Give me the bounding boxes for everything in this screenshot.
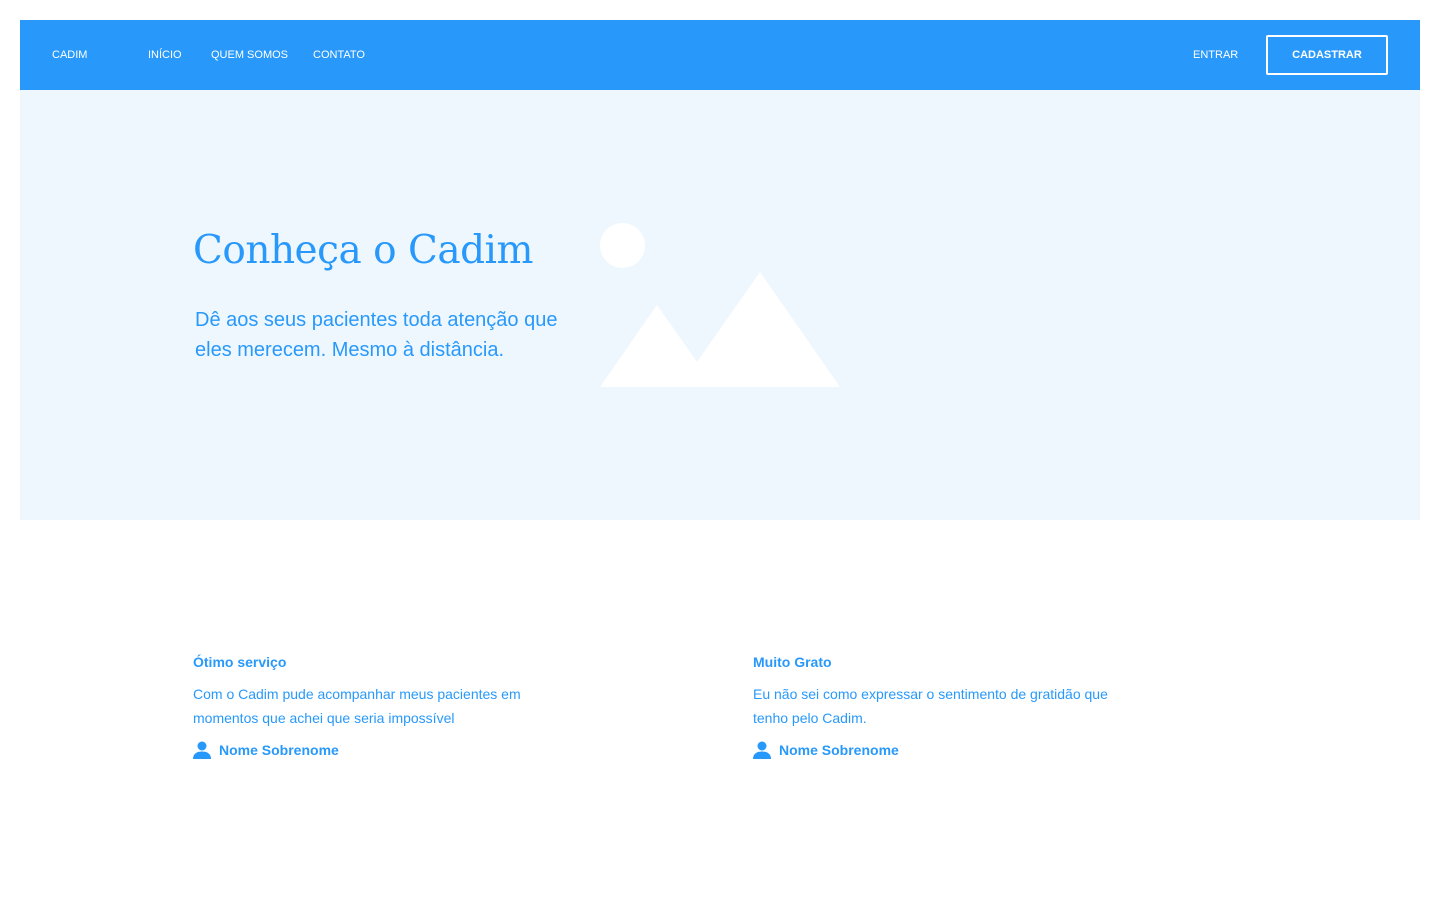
hero-subtitle: Dê aos seus pacientes toda atenção que e… — [195, 309, 558, 361]
testimonial-card: Muito Grato Eu não sei como expressar o … — [753, 650, 1133, 762]
testimonial-text: Eu não sei como expressar o sentimento d… — [753, 686, 1108, 726]
hero-section: Conheça o Cadim Dê aos seus pacientes to… — [20, 90, 1420, 520]
testimonial-title: Muito Grato — [753, 654, 832, 670]
nav-link-quem-somos[interactable]: QUEM SOMOS — [211, 20, 288, 90]
signup-button[interactable]: CADASTRAR — [1266, 35, 1388, 75]
testimonial-title: Ótimo serviço — [193, 654, 287, 670]
testimonial-author-name: Nome Sobrenome — [779, 742, 899, 758]
login-link[interactable]: ENTRAR — [1193, 20, 1238, 90]
nav-link-contato[interactable]: CONTATO — [313, 20, 365, 90]
top-navbar: CADIM INÍCIO QUEM SOMOS CONTATO ENTRAR C… — [20, 20, 1420, 90]
page: CADIM INÍCIO QUEM SOMOS CONTATO ENTRAR C… — [0, 0, 1440, 900]
testimonial-author-name: Nome Sobrenome — [219, 742, 339, 758]
testimonial-card: Ótimo serviço Com o Cadim pude acompanha… — [193, 650, 573, 762]
hero-title: Conheça o Cadim — [193, 228, 534, 273]
testimonial-text: Com o Cadim pude acompanhar meus pacient… — [193, 686, 521, 726]
person-icon — [193, 741, 211, 759]
person-icon — [753, 741, 771, 759]
testimonial-author: Nome Sobrenome — [193, 738, 573, 762]
nav-link-inicio[interactable]: INÍCIO — [148, 20, 182, 90]
brand-logo-link[interactable]: CADIM — [52, 20, 87, 90]
image-placeholder-icon — [600, 223, 840, 387]
testimonial-author: Nome Sobrenome — [753, 738, 1133, 762]
